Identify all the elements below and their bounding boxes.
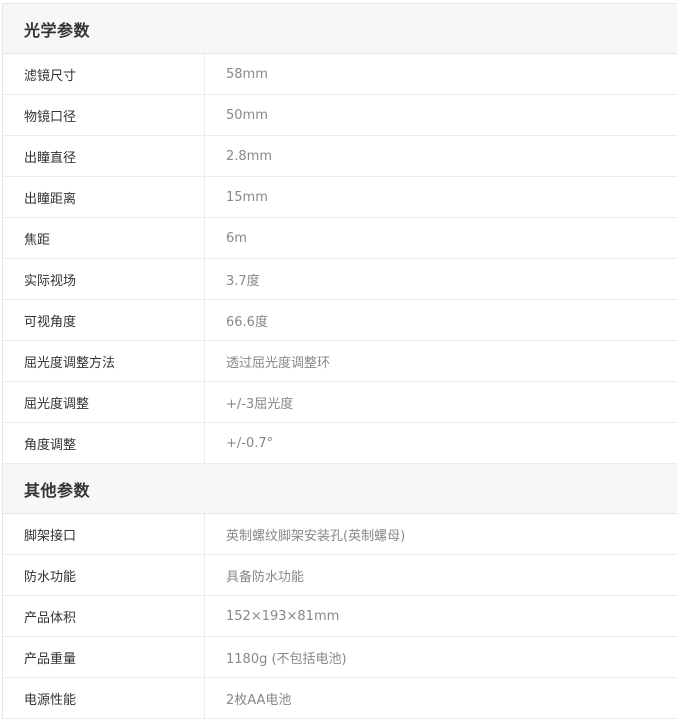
spec-value: 3.7度 xyxy=(226,273,260,289)
spec-row: 角度调整 +/-0.7° xyxy=(3,423,677,464)
spec-name: 屈光度调整方法 xyxy=(3,341,205,381)
spec-value: 1180g (不包括电池) xyxy=(226,651,347,667)
section-header-other: 其他参数 xyxy=(3,464,677,514)
spec-name: 出瞳直径 xyxy=(3,136,205,176)
spec-name: 产品重量 xyxy=(3,637,205,677)
spec-row: 出瞳直径 2.8mm xyxy=(3,136,677,177)
spec-value: 66.6度 xyxy=(226,314,268,330)
spec-row: 焦距 6m xyxy=(3,218,677,259)
spec-value: 50mm xyxy=(226,107,268,123)
spec-value: 具备防水功能 xyxy=(226,569,305,585)
spec-name: 滤镜尺寸 xyxy=(3,54,205,94)
spec-name: 角度调整 xyxy=(3,423,205,463)
spec-row: 出瞳距离 15mm xyxy=(3,177,677,218)
spec-value: 2.8mm xyxy=(226,148,273,164)
section-header-optical: 光学参数 xyxy=(3,4,677,54)
spec-value: 152×193×81mm xyxy=(226,608,340,624)
spec-name: 产品体积 xyxy=(3,596,205,636)
spec-table: 光学参数 滤镜尺寸 58mm 物镜口径 50mm 出瞳直径 2.8mm 出瞳距离… xyxy=(2,3,677,719)
spec-row: 实际视场 3.7度 xyxy=(3,259,677,300)
spec-name: 屈光度调整 xyxy=(3,382,205,422)
spec-value: 透过屈光度调整环 xyxy=(226,355,331,371)
spec-row: 脚架接口 英制螺纹脚架安装孔(英制螺母) xyxy=(3,514,677,555)
spec-row: 防水功能 具备防水功能 xyxy=(3,555,677,596)
spec-value: 2枚AA电池 xyxy=(226,692,292,708)
section-title: 光学参数 xyxy=(24,20,91,40)
spec-row: 滤镜尺寸 58mm xyxy=(3,54,677,95)
spec-row: 电源性能 2枚AA电池 xyxy=(3,678,677,719)
spec-name: 可视角度 xyxy=(3,300,205,340)
spec-row: 产品体积 152×193×81mm xyxy=(3,596,677,637)
spec-row: 屈光度调整方法 透过屈光度调整环 xyxy=(3,341,677,382)
spec-name: 出瞳距离 xyxy=(3,177,205,217)
spec-value: 6m xyxy=(226,230,247,246)
spec-value: 15mm xyxy=(226,189,268,205)
spec-row: 屈光度调整 +/-3屈光度 xyxy=(3,382,677,423)
section-title: 其他参数 xyxy=(24,480,91,500)
spec-value: +/-0.7° xyxy=(226,435,274,451)
spec-name: 焦距 xyxy=(3,218,205,258)
spec-name: 电源性能 xyxy=(3,678,205,718)
spec-name: 物镜口径 xyxy=(3,95,205,135)
spec-row: 产品重量 1180g (不包括电池) xyxy=(3,637,677,678)
spec-value: 58mm xyxy=(226,66,268,82)
spec-name: 实际视场 xyxy=(3,259,205,299)
spec-name: 防水功能 xyxy=(3,555,205,595)
spec-value: +/-3屈光度 xyxy=(226,396,294,412)
spec-row: 物镜口径 50mm xyxy=(3,95,677,136)
spec-row: 可视角度 66.6度 xyxy=(3,300,677,341)
spec-name: 脚架接口 xyxy=(3,514,205,554)
spec-value: 英制螺纹脚架安装孔(英制螺母) xyxy=(226,528,406,544)
